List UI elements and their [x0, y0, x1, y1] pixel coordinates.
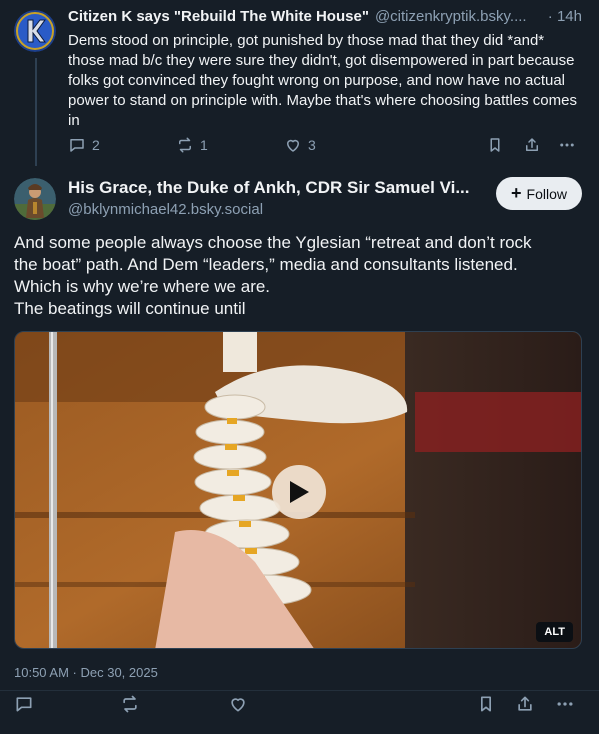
repost-icon [123, 695, 137, 713]
bookmark-button[interactable] [476, 694, 496, 714]
author-handle[interactable]: @citizenkryptik.bsky.... [375, 8, 527, 25]
play-button[interactable] [272, 465, 326, 519]
main-post-actions [0, 694, 599, 716]
author-name[interactable]: Citizen K says "Rebuild The White House" [68, 8, 369, 25]
post-time[interactable]: · 14h [548, 8, 588, 25]
like-button[interactable]: 3 [284, 136, 316, 154]
alt-badge[interactable]: ALT [536, 622, 573, 642]
repost-count: 1 [200, 137, 208, 153]
follow-button[interactable]: + Follow [496, 177, 582, 210]
more-button[interactable] [558, 136, 576, 154]
avatar[interactable] [14, 10, 56, 52]
post-text-line: the boat” path. And Dem “leaders,” media… [14, 255, 518, 274]
reply-icon [70, 139, 84, 152]
reply-button[interactable]: 2 [68, 136, 100, 154]
post-text: Dems stood on principle, got punished by… [68, 32, 577, 129]
video-player[interactable]: ALT [14, 331, 582, 649]
post-timestamp[interactable]: 10:50 AM · Dec 30, 2025 [14, 665, 158, 680]
follow-label: Follow [526, 185, 567, 202]
post-text: And some people always choose the Yglesi… [14, 232, 584, 320]
plus-icon: + [511, 183, 522, 203]
more-icon [557, 702, 573, 706]
reply-icon [16, 697, 32, 712]
post-text-line: And some people always choose the Yglesi… [14, 233, 532, 252]
repost-button[interactable] [120, 694, 140, 714]
share-button[interactable] [523, 136, 541, 154]
repost-button[interactable]: 1 [176, 136, 208, 154]
avatar[interactable] [14, 178, 56, 220]
share-icon [526, 138, 538, 151]
like-count: 3 [308, 137, 316, 153]
play-icon [290, 481, 309, 503]
share-button[interactable] [515, 694, 535, 714]
more-icon [560, 143, 574, 147]
reply-count: 2 [92, 137, 100, 153]
reply-button[interactable] [14, 694, 34, 714]
bookmark-icon [481, 696, 491, 712]
reply-post[interactable]: Citizen K says "Rebuild The White House"… [68, 8, 588, 131]
author-name[interactable]: His Grace, the Duke of Ankh, CDR Sir Sam… [68, 178, 470, 198]
share-icon [518, 696, 532, 711]
post-text-line: The beatings will continue until [14, 299, 246, 318]
like-icon [231, 698, 245, 712]
thread-line [35, 58, 37, 166]
divider [0, 690, 599, 691]
like-button[interactable] [228, 694, 248, 714]
post-text-line: Which is why we’re where we are. [14, 277, 271, 296]
repost-icon [179, 137, 191, 153]
bookmark-icon [490, 138, 500, 152]
reply-post-actions: 2 1 3 [68, 136, 588, 158]
like-icon [287, 139, 299, 152]
bookmark-button[interactable] [486, 136, 504, 154]
author-handle[interactable]: @bklynmichael42.bsky.social [68, 201, 263, 218]
more-button[interactable] [555, 694, 575, 714]
